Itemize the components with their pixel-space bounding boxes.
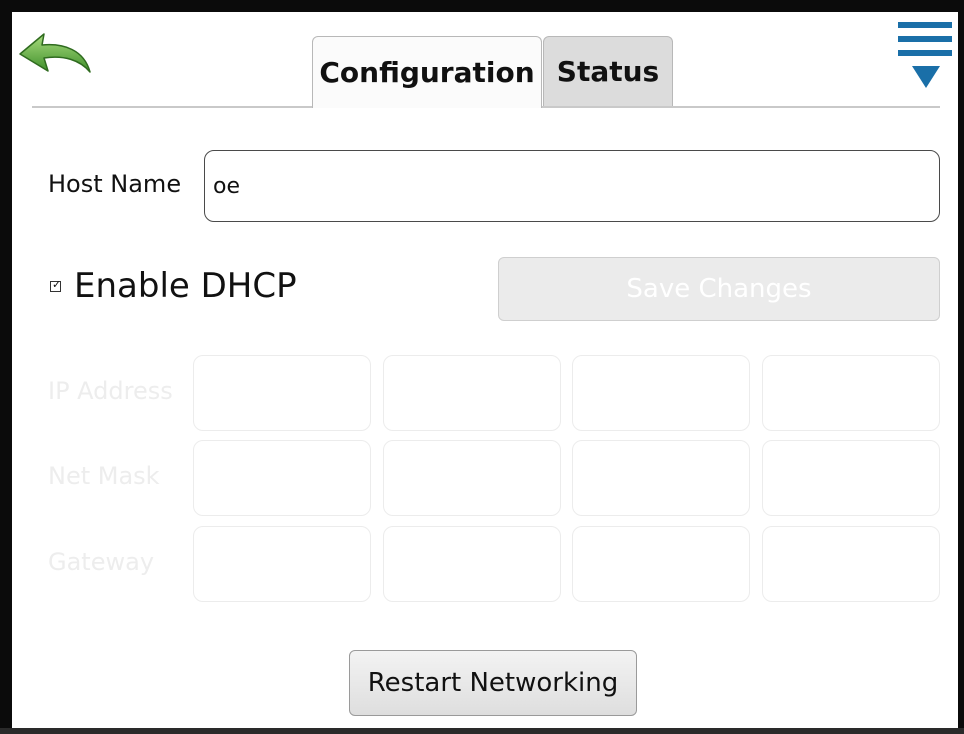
ip-address-octet-3[interactable] bbox=[572, 355, 750, 431]
back-arrow-icon[interactable] bbox=[18, 28, 96, 82]
host-name-label: Host Name bbox=[48, 170, 182, 198]
gateway-octet-2[interactable] bbox=[383, 526, 561, 602]
enable-dhcp-label: Enable DHCP bbox=[74, 266, 297, 306]
window-frame-top bbox=[0, 0, 964, 12]
restart-networking-button[interactable]: Restart Networking bbox=[349, 650, 637, 716]
ip-address-octet-2[interactable] bbox=[383, 355, 561, 431]
ip-address-octet-4[interactable] bbox=[762, 355, 940, 431]
net-mask-octet-1[interactable] bbox=[193, 440, 371, 516]
window-frame-bottom bbox=[0, 728, 964, 734]
gateway-octet-4[interactable] bbox=[762, 526, 940, 602]
gateway-octet-3[interactable] bbox=[572, 526, 750, 602]
ip-address-label: IP Address bbox=[48, 377, 173, 405]
net-mask-octet-2[interactable] bbox=[383, 440, 561, 516]
menu-icon[interactable] bbox=[892, 18, 956, 92]
save-changes-button[interactable]: Save Changes bbox=[498, 257, 940, 321]
tab-configuration-label: Configuration bbox=[319, 56, 535, 89]
check-mark-icon: ✓ bbox=[52, 277, 62, 291]
net-mask-octet-4[interactable] bbox=[762, 440, 940, 516]
gateway-octet-1[interactable] bbox=[193, 526, 371, 602]
tab-status[interactable]: Status bbox=[543, 36, 673, 106]
window-frame-left bbox=[0, 0, 12, 734]
tab-status-label: Status bbox=[556, 55, 660, 88]
host-name-input[interactable] bbox=[204, 150, 940, 222]
net-mask-label: Net Mask bbox=[48, 462, 160, 490]
net-mask-octet-3[interactable] bbox=[572, 440, 750, 516]
window-frame-right bbox=[958, 0, 964, 734]
ip-address-octet-1[interactable] bbox=[193, 355, 371, 431]
enable-dhcp-checkbox[interactable]: ✓ Enable DHCP bbox=[50, 266, 297, 306]
tab-configuration[interactable]: Configuration bbox=[312, 36, 542, 108]
gateway-label: Gateway bbox=[48, 548, 155, 576]
checkbox-icon[interactable]: ✓ bbox=[50, 277, 62, 292]
